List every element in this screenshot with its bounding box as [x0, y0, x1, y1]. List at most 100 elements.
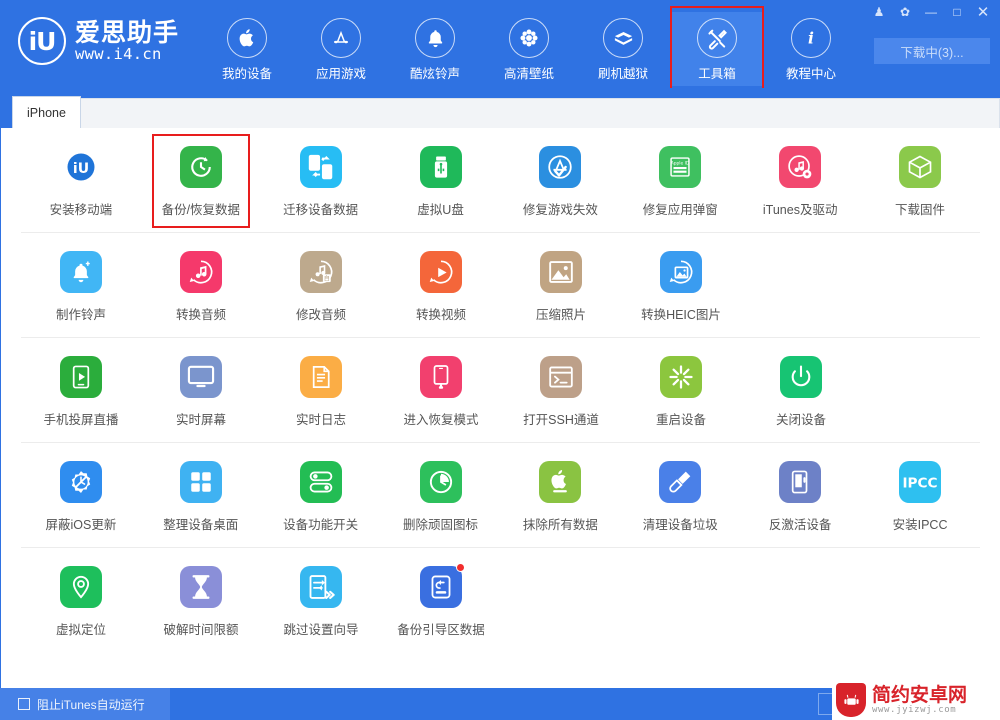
tool-item-3-4[interactable]: 抹除所有数据 — [501, 443, 621, 547]
nav-item-label: 教程中心 — [785, 67, 836, 81]
tool-item-label: 实时日志 — [295, 413, 346, 427]
tool-item-3-1[interactable]: 整理设备桌面 — [141, 443, 261, 547]
tool-item-1-4[interactable]: 压缩照片 — [501, 233, 621, 337]
tool-item-1-1[interactable]: 转换音频 — [141, 233, 261, 337]
tool-item-label: 破解时间限额 — [163, 623, 239, 637]
tool-item-0-1[interactable]: 备份/恢复数据 — [141, 128, 261, 232]
nav-item-0[interactable]: 我的设备 — [200, 12, 294, 86]
tool-item-label: 下载固件 — [895, 203, 946, 217]
tool-item-label: 修复游戏失效 — [522, 203, 598, 217]
reboot-icon — [660, 356, 702, 398]
skin-icon[interactable]: ♟ — [866, 0, 892, 24]
tool-item-0-4[interactable]: 修复游戏失效 — [501, 128, 621, 232]
organize-desktop-icon — [179, 461, 222, 503]
tool-item-label: 关闭设备 — [775, 413, 826, 427]
backup-restore-icon — [179, 146, 222, 188]
tool-item-label: 虚拟U盘 — [417, 203, 464, 217]
tool-item-label: 反激活设备 — [768, 518, 832, 532]
tool-item-4-3[interactable]: 备份引导区数据 — [381, 548, 501, 652]
tool-item-label: 重启设备 — [655, 413, 706, 427]
power-off-icon — [780, 356, 822, 398]
tool-item-2-3[interactable]: 进入恢复模式 — [381, 338, 501, 442]
tabstrip-filler — [80, 98, 1000, 128]
delete-stubborn-icon — [419, 461, 462, 503]
tool-item-label: 抹除所有数据 — [522, 518, 598, 532]
tool-item-0-0[interactable]: iU 安装移动端 — [21, 128, 141, 232]
tool-item-0-3[interactable]: 虚拟U盘 — [381, 128, 501, 232]
footer-actions: 意见反馈 微信公众号 — [817, 693, 990, 715]
app-window: iU 爱思助手 www.i4.cn 我的设备 应用游戏 酷炫铃声 高清壁纸 刷机越狱 工具… — [0, 0, 1000, 720]
toolbox-row: 屏蔽iOS更新 整理设备桌面 设备功能开关 删除顽固图标 抹除所有数据 清理设备垃圾 反激活… — [21, 443, 980, 548]
nav-item-label: 工具箱 — [698, 67, 736, 81]
tool-item-3-2[interactable]: 设备功能开关 — [261, 443, 381, 547]
tool-item-1-0[interactable]: 制作铃声 — [21, 233, 141, 337]
window-controls: ♟ ✿ — □ ✕ — [866, 0, 996, 24]
wechat-button[interactable]: 微信公众号 — [901, 693, 990, 715]
toolbox-grid: iU 安装移动端 备份/恢复数据 迁移设备数据 虚拟U盘 修复游戏失效 Apple ID 修复… — [1, 128, 1000, 652]
tool-item-4-2[interactable]: 跳过设置向导 — [261, 548, 381, 652]
virtual-location-icon — [60, 566, 102, 608]
tool-item-3-3[interactable]: 删除顽固图标 — [381, 443, 501, 547]
tool-item-label: 转换HEIC图片 — [641, 308, 721, 322]
tool-item-0-2[interactable]: 迁移设备数据 — [261, 128, 381, 232]
nav-item-3[interactable]: 高清壁纸 — [482, 12, 576, 86]
itunes-block-option[interactable]: 阻止iTunes自动运行 — [0, 688, 170, 720]
toolbox-row: 虚拟定位 破解时间限额 跳过设置向导 备份引导区数据 — [21, 548, 980, 652]
brand-name: 爱思助手 — [75, 17, 180, 47]
nav-item-1[interactable]: 应用游戏 — [294, 12, 388, 86]
tool-item-0-5[interactable]: Apple ID 修复应用弹窗 — [620, 128, 740, 232]
download-status-button[interactable]: 下载中(3)... — [874, 38, 990, 64]
tool-item-2-1[interactable]: 实时屏幕 — [141, 338, 261, 442]
close-icon[interactable]: ✕ — [970, 0, 996, 24]
tool-item-1-5[interactable]: 转换HEIC图片 — [621, 233, 741, 337]
nav-item-5[interactable]: 工具箱 — [670, 6, 764, 92]
tab-iphone[interactable]: iPhone — [12, 96, 81, 128]
tool-item-label: 屏蔽iOS更新 — [45, 518, 117, 532]
tool-item-0-6[interactable]: iTunes及驱动 — [740, 128, 860, 232]
minimize-icon[interactable]: — — [918, 0, 944, 24]
tool-item-3-5[interactable]: 清理设备垃圾 — [620, 443, 740, 547]
svg-text:自: 自 — [324, 274, 330, 282]
tool-item-0-7[interactable]: 下载固件 — [860, 128, 980, 232]
compress-photo-icon — [540, 251, 582, 293]
block-ios-update-icon — [59, 461, 102, 503]
tool-item-2-0[interactable]: 手机投屏直播 — [21, 338, 141, 442]
appstore-fix-icon — [539, 146, 582, 188]
tool-item-4-0[interactable]: 虚拟定位 — [21, 548, 141, 652]
tool-item-3-7[interactable]: IPCC 安装IPCC — [860, 443, 980, 547]
ssh-terminal-icon — [540, 356, 582, 398]
tool-item-1-2[interactable]: 自修改音频 — [261, 233, 381, 337]
realtime-log-icon — [300, 356, 342, 398]
svg-text:Apple ID: Apple ID — [671, 161, 690, 167]
recovery-mode-icon — [420, 356, 462, 398]
tool-item-4-1[interactable]: 破解时间限额 — [141, 548, 261, 652]
convert-audio-icon — [180, 251, 222, 293]
nav-item-4[interactable]: 刷机越狱 — [576, 12, 670, 86]
bell-icon — [415, 18, 455, 58]
convert-video-icon — [420, 251, 462, 293]
toolbox-row: 手机投屏直播 实时屏幕 实时日志 进入恢复模式 打开SSH通道 重启设备 关闭设备 — [21, 338, 980, 443]
i4-logo-icon: iU — [18, 17, 66, 65]
svg-text:iU: iU — [73, 161, 89, 177]
tool-item-2-5[interactable]: 重启设备 — [621, 338, 741, 442]
tool-item-2-6[interactable]: 关闭设备 — [741, 338, 861, 442]
main-navigation: 我的设备 应用游戏 酷炫铃声 高清壁纸 刷机越狱 工具箱 i 教程中心 — [200, 6, 858, 92]
nav-item-6[interactable]: i 教程中心 — [764, 12, 858, 86]
feedback-button[interactable]: 意见反馈 — [817, 693, 894, 715]
tool-item-2-4[interactable]: 打开SSH通道 — [501, 338, 621, 442]
tool-item-label: 设备功能开关 — [283, 518, 359, 532]
tool-item-3-6[interactable]: 反激活设备 — [740, 443, 860, 547]
maximize-icon[interactable]: □ — [944, 0, 970, 24]
tool-item-label: 实时屏幕 — [175, 413, 226, 427]
erase-all-icon — [539, 461, 582, 503]
make-ringtone-icon — [60, 251, 102, 293]
gear-icon[interactable]: ✿ — [892, 0, 918, 24]
tool-item-label: 打开SSH通道 — [523, 413, 599, 427]
block-itunes-checkbox[interactable] — [18, 698, 30, 710]
tool-item-1-3[interactable]: 转换视频 — [381, 233, 501, 337]
tool-item-3-0[interactable]: 屏蔽iOS更新 — [21, 443, 141, 547]
tool-item-label: 手机投屏直播 — [43, 413, 119, 427]
tool-item-label: 备份引导区数据 — [397, 623, 485, 637]
nav-item-2[interactable]: 酷炫铃声 — [388, 12, 482, 86]
tool-item-2-2[interactable]: 实时日志 — [261, 338, 381, 442]
